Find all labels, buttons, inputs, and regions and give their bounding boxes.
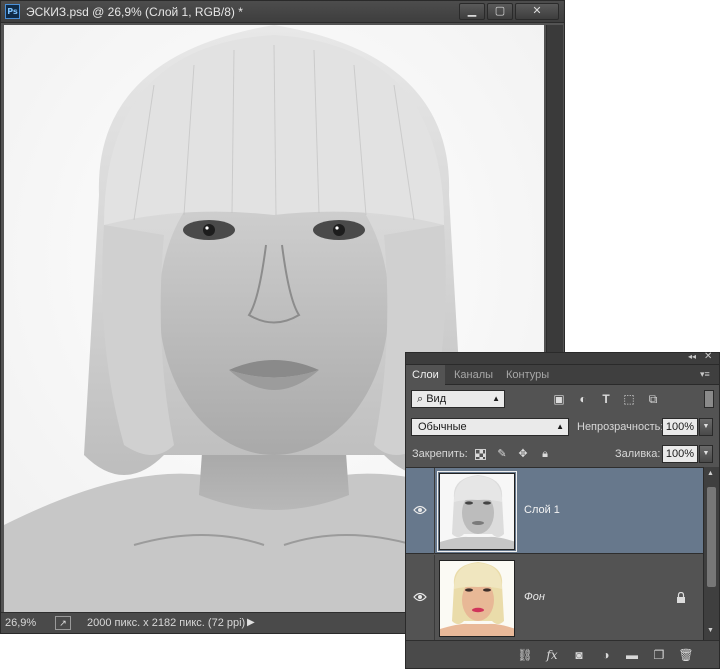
minimize-button[interactable]: ▁ — [459, 3, 485, 20]
filter-kind-value: Вид — [426, 393, 447, 405]
filter-kind-select[interactable]: ⌕ Вид ▲ — [411, 390, 505, 408]
blend-row: Обычные ▲ Непрозрачность: 100% ▼ — [406, 415, 719, 439]
add-mask-icon[interactable]: ◙ — [571, 648, 587, 662]
layer-filter-row: ⌕ Вид ▲ ▣ ◐ T ⬚ ⧉ — [406, 386, 719, 412]
lock-pixels-icon[interactable]: ✎ — [495, 447, 509, 461]
document-titlebar[interactable]: Ps ЭСКИЗ.psd @ 26,9% (Слой 1, RGB/8) * ▁… — [1, 1, 564, 23]
layer-name[interactable]: Фон — [524, 591, 545, 603]
collapse-panel-icon[interactable]: ◂◂ — [688, 352, 696, 361]
document-title: ЭСКИЗ.psd @ 26,9% (Слой 1, RGB/8) * — [26, 5, 243, 19]
chevron-down-icon: ▲ — [492, 394, 500, 403]
layers-panel: ◂◂ ✕ Слои Каналы Контуры ▾≡ ⌕ Вид ▲ ▣ ◐ … — [405, 351, 720, 669]
chevron-down-icon: ▲ — [556, 422, 564, 431]
eye-icon[interactable] — [413, 591, 427, 603]
color-portrait-thumbnail — [440, 561, 514, 636]
opacity-dropdown-icon[interactable]: ▼ — [699, 418, 713, 436]
maximize-icon: ▢ — [494, 5, 506, 17]
status-menu-arrow-icon[interactable]: ▶ — [247, 617, 255, 628]
panel-topbar[interactable]: ◂◂ ✕ — [406, 351, 719, 365]
scroll-up-icon[interactable]: ▲ — [707, 470, 714, 477]
lock-transparency-icon[interactable] — [475, 449, 486, 460]
layer-thumbnail[interactable] — [439, 560, 515, 637]
layers-scrollbar[interactable]: ▲ ▼ — [703, 467, 719, 640]
tab-paths[interactable]: Контуры — [500, 365, 555, 385]
new-layer-icon[interactable]: ❐ — [651, 648, 667, 662]
scroll-down-icon[interactable]: ▼ — [707, 627, 714, 634]
delete-layer-icon[interactable]: 🗑︎ — [678, 648, 694, 662]
fill-label: Заливка: — [615, 448, 661, 460]
export-icon[interactable]: ↗ — [55, 616, 71, 630]
panel-tabs: Слои Каналы Контуры ▾≡ — [406, 365, 719, 385]
search-icon: ⌕ — [417, 393, 427, 405]
panel-menu-icon[interactable]: ▾≡ — [700, 369, 710, 380]
fill-field[interactable]: 100% — [662, 445, 698, 463]
bw-portrait-thumbnail — [440, 474, 514, 549]
scroll-thumb[interactable] — [707, 487, 716, 587]
layer-row-background[interactable]: Фон — [406, 555, 703, 641]
blend-mode-value: Обычные — [418, 421, 467, 433]
close-button[interactable]: ✕ — [515, 3, 559, 20]
lock-icon — [677, 592, 685, 603]
photoshop-logo-icon: Ps — [5, 4, 20, 19]
tab-layers[interactable]: Слои — [406, 365, 445, 385]
fx-icon[interactable]: fx — [544, 648, 560, 662]
adjustment-filter-icon[interactable]: ◐ — [576, 392, 590, 406]
eye-icon[interactable] — [413, 504, 427, 516]
shape-filter-icon[interactable]: ⬚ — [622, 392, 636, 406]
lock-row: Закрепить: ✎ ✥ 🔒︎ Заливка: 100% ▼ — [406, 441, 719, 467]
visibility-separator — [434, 468, 435, 554]
new-group-icon[interactable]: ▬ — [624, 648, 640, 662]
link-layers-icon[interactable]: ⛓ — [517, 648, 533, 662]
opacity-label: Непрозрачность: — [577, 421, 664, 433]
document-info: 2000 пикс. x 2182 пикс. (72 ppi) — [87, 617, 246, 629]
fill-dropdown-icon[interactable]: ▼ — [699, 445, 713, 463]
layer-row-layer1[interactable]: Слой 1 — [406, 468, 703, 554]
layers-list: Слой 1 Фон — [406, 467, 703, 641]
tab-channels[interactable]: Каналы — [448, 365, 499, 385]
opacity-field[interactable]: 100% — [662, 418, 698, 436]
close-icon: ✕ — [532, 5, 542, 17]
filter-toggle[interactable] — [704, 390, 714, 408]
smart-object-filter-icon[interactable]: ⧉ — [646, 392, 660, 406]
minimize-icon: ▁ — [467, 5, 477, 17]
visibility-separator — [434, 555, 435, 641]
close-panel-icon[interactable]: ✕ — [704, 351, 712, 362]
layer-name[interactable]: Слой 1 — [524, 504, 560, 516]
type-filter-icon[interactable]: T — [599, 392, 613, 406]
maximize-button[interactable]: ▢ — [487, 3, 513, 20]
panel-bottom-bar: ⛓ fx ◙ ◑ ▬ ❐ 🗑︎ — [406, 640, 719, 668]
lock-all-icon[interactable]: 🔒︎ — [538, 447, 552, 461]
zoom-field[interactable]: 26,9% — [5, 616, 49, 631]
image-filter-icon[interactable]: ▣ — [552, 392, 566, 406]
layer-thumbnail[interactable] — [437, 471, 517, 552]
lock-label: Закрепить: — [412, 448, 468, 460]
lock-position-icon[interactable]: ✥ — [516, 447, 530, 461]
adjustment-layer-icon[interactable]: ◑ — [598, 648, 614, 662]
blend-mode-select[interactable]: Обычные ▲ — [411, 418, 569, 436]
